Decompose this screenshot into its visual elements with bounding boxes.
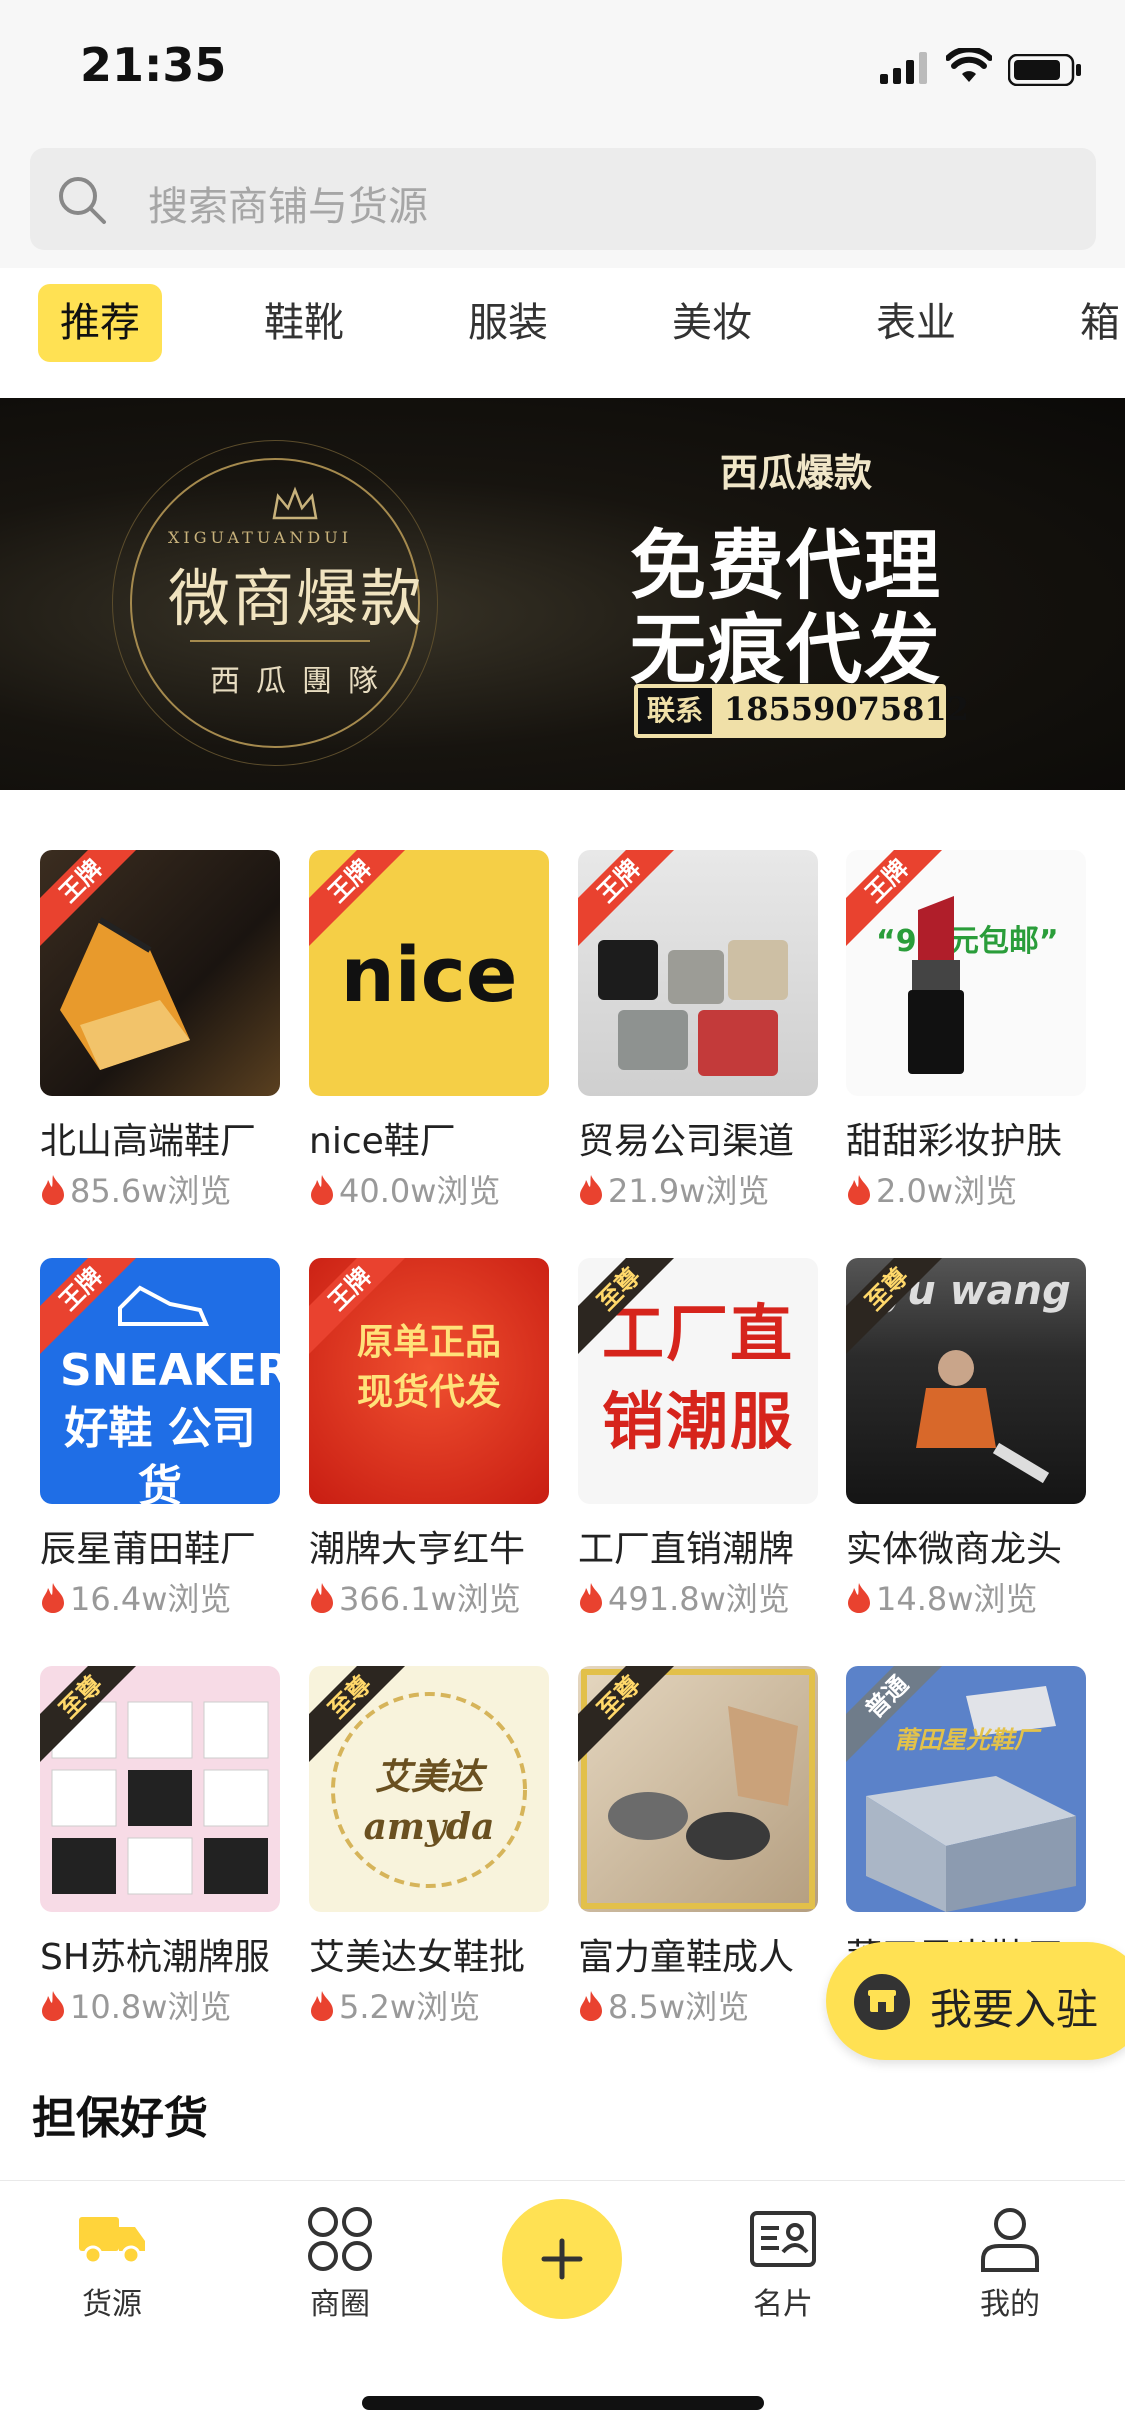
shop-name: 艾美达女鞋批 — [309, 1937, 526, 1978]
shop-image: 先知 王牌 — [40, 850, 280, 1096]
card-icon — [750, 2211, 816, 2267]
shop-card[interactable]: 艾美达 amyda 至尊 艾美达女鞋批 5.2w浏览 — [309, 1606, 549, 2026]
join-button[interactable]: 我要入驻 — [826, 1942, 1125, 2060]
shop-card[interactable]: 至尊 富力童鞋成人 8.5w浏览 — [578, 1606, 818, 2026]
shop-image: 莆田星光鞋厂 普通 — [846, 1666, 1086, 1912]
tab-goods-source[interactable]: 货源 — [52, 2203, 172, 2323]
shop-card[interactable]: yu wang 至尊 实体微商龙头 14.8w浏览 — [846, 1198, 1086, 1618]
tab-bags[interactable]: 箱 — [1080, 284, 1120, 362]
search-input[interactable]: 搜索商铺与货源 — [30, 148, 1096, 250]
tab-label: 名片 — [753, 2287, 813, 2322]
search-placeholder: 搜索商铺与货源 — [148, 184, 428, 230]
shop-views-text: 5.2w浏览 — [339, 1988, 481, 2026]
shop-name: 辰星莆田鞋厂 — [40, 1529, 257, 1570]
banner-divider — [190, 640, 370, 642]
shop-image-text: 艾美达 amyda — [363, 1756, 495, 1848]
tab-business-circle[interactable]: 商圈 — [280, 2203, 400, 2323]
tab-business-card[interactable]: 名片 — [723, 2203, 843, 2323]
shop-image: 至尊 — [578, 1666, 818, 1912]
shop-name: 工厂直销潮牌 — [578, 1529, 795, 1570]
fire-icon — [580, 1991, 602, 2021]
truck-icon — [79, 2217, 145, 2265]
tab-label: 我的 — [980, 2287, 1040, 2322]
banner-line2: 无痕代发 — [630, 605, 942, 694]
shop-views-text: 8.5w浏览 — [608, 1988, 750, 2026]
shop-name: 贸易公司渠道 — [578, 1121, 795, 1162]
shop-image-text: nice — [340, 930, 518, 1019]
shop-image: 艾美达 amyda 至尊 — [309, 1666, 549, 1912]
shop-card[interactable]: 原单正品 现货代发 王牌 潮牌大亨红牛 366.1w浏览 — [309, 1198, 549, 1618]
shop-card[interactable]: 先知 王牌 北山高端鞋厂 85.6w浏览 — [40, 790, 280, 1210]
search-icon — [59, 177, 106, 224]
plus-icon — [541, 2238, 583, 2280]
shop-image-text: 先知 — [100, 880, 280, 1010]
shop-card[interactable]: 王牌 贸易公司渠道 21.9w浏览 — [578, 790, 818, 1210]
shop-name: 甜甜彩妆护肤 — [846, 1121, 1063, 1162]
shop-image: 至尊 — [40, 1666, 280, 1912]
shop-name: 实体微商龙头 — [846, 1529, 1063, 1570]
shop-image: “9.9元包邮” 王牌 — [846, 850, 1086, 1096]
shop-views: 10.8w浏览 — [40, 1982, 231, 2028]
wifi-icon — [946, 48, 992, 82]
tab-mine[interactable]: 我的 — [950, 2203, 1070, 2323]
category-tabs: 推荐 鞋靴 服装 美妆 表业 箱 — [0, 268, 1125, 398]
promo-banner[interactable]: XIGUATUANDUI 微商爆款 西瓜團隊 西瓜爆款 免费代理 无痕代发 联系… — [0, 398, 1125, 790]
tab-clothing[interactable]: 服装 — [468, 284, 548, 362]
tab-shoes[interactable]: 鞋靴 — [264, 284, 344, 362]
add-button[interactable] — [502, 2199, 622, 2319]
signal-icon — [880, 52, 927, 84]
shop-card[interactable]: SNEAKER 好鞋 公司货 王牌 辰星莆田鞋厂 16.4w浏览 — [40, 1198, 280, 1618]
tab-watches[interactable]: 表业 — [876, 284, 956, 362]
banner-title: 西瓜爆款 — [720, 451, 873, 495]
shop-image-text: 原单正品 现货代发 — [356, 1322, 501, 1413]
section-title: 担保好货 — [32, 2093, 208, 2144]
status-time: 21:35 — [80, 38, 227, 92]
shop-image: 王牌 — [578, 850, 818, 1096]
shop-image-text: 莆田星光鞋厂 — [894, 1726, 1038, 1754]
shop-name: nice鞋厂 — [309, 1121, 456, 1162]
banner-contact: 联系 18559075812 — [634, 684, 969, 738]
shop-image: nice 王牌 — [309, 850, 549, 1096]
shop-card[interactable]: 工厂直 销潮服 至尊 工厂直销潮牌 491.8w浏览 — [578, 1198, 818, 1618]
battery-icon — [1008, 54, 1081, 86]
shop-card[interactable]: “9.9元包邮” 王牌 甜甜彩妆护肤 2.0w浏览 — [846, 790, 1086, 1210]
shop-name: 富力童鞋成人 — [578, 1937, 795, 1978]
shop-views: 8.5w浏览 — [578, 1982, 749, 2028]
tab-recommend[interactable]: 推荐 — [38, 284, 162, 362]
crown-icon — [272, 486, 318, 520]
grid-circles-icon — [308, 2207, 372, 2271]
person-icon — [981, 2208, 1039, 2272]
status-bar: 21:35 — [0, 0, 1125, 132]
shop-image-text: SNEAKER 好鞋 公司货 — [60, 1345, 280, 1504]
shop-name: 潮牌大亨红牛 — [309, 1529, 526, 1570]
shop-card[interactable]: nice 王牌 nice鞋厂 40.0w浏览 — [309, 790, 549, 1210]
shop-card[interactable]: 莆田星光鞋厂 普通 莆田星光鞋厂 — [846, 1606, 1086, 1986]
banner-logo-main: 微商爆款 — [168, 562, 425, 635]
tab-label: 货源 — [82, 2287, 142, 2322]
shop-image: 工厂直 销潮服 至尊 — [578, 1258, 818, 1504]
banner-logo-sub: 西瓜團隊 — [210, 664, 394, 699]
search-area: 搜索商铺与货源 — [0, 132, 1125, 268]
fire-icon — [42, 1991, 64, 2021]
contact-number: 18559075812 — [724, 690, 969, 728]
shop-image: 原单正品 现货代发 王牌 — [309, 1258, 549, 1504]
shop-views: 5.2w浏览 — [309, 1982, 480, 2028]
shop-image: yu wang 至尊 — [846, 1258, 1086, 1504]
fire-icon — [311, 1991, 333, 2021]
shop-name: 北山高端鞋厂 — [40, 1121, 257, 1162]
banner-logo-pinyin: XIGUATUANDUI — [168, 528, 353, 547]
shop-card[interactable]: 至尊 SH苏杭潮牌服 10.8w浏览 — [40, 1606, 280, 2026]
store-icon — [854, 1974, 910, 2030]
tab-beauty[interactable]: 美妆 — [672, 284, 752, 362]
home-indicator[interactable] — [362, 2396, 764, 2410]
tab-label: 商圈 — [310, 2287, 370, 2322]
shop-image: SNEAKER 好鞋 公司货 王牌 — [40, 1258, 280, 1504]
contact-label: 联系 — [638, 688, 712, 734]
join-button-label: 我要入驻 — [930, 1985, 1099, 2034]
shop-name: SH苏杭潮牌服 — [40, 1937, 270, 1978]
shop-views-text: 10.8w浏览 — [70, 1988, 232, 2026]
